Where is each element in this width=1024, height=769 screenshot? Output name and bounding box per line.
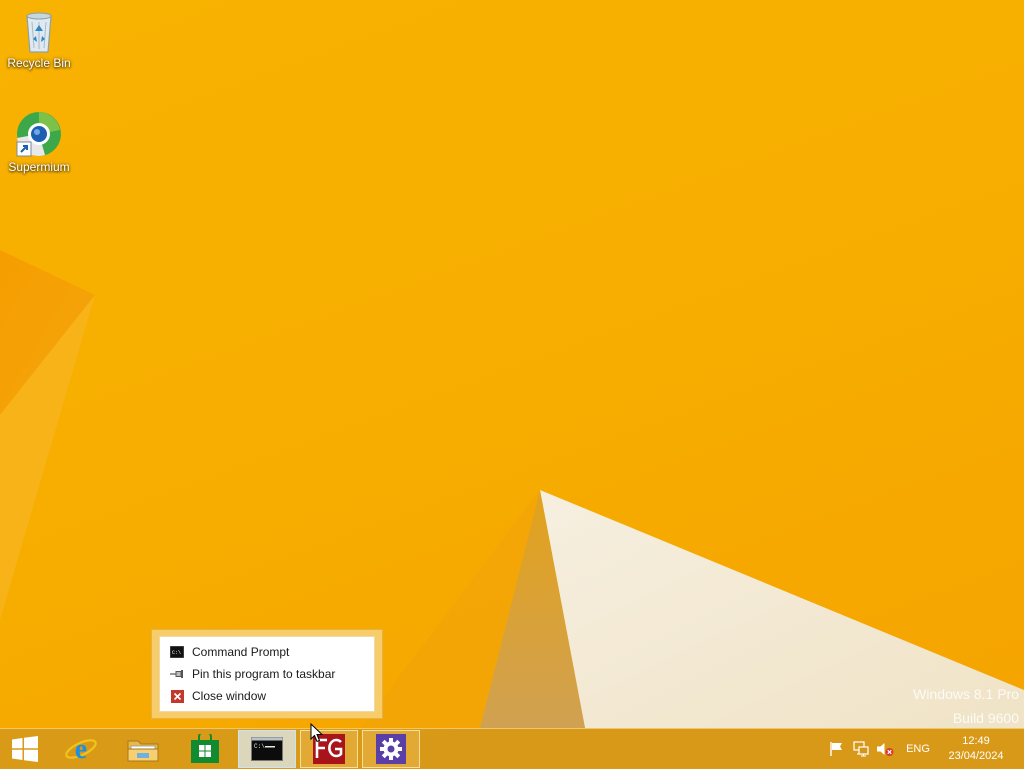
clock[interactable]: 12:49 23/04/2024 (938, 734, 1014, 764)
network-icon (853, 741, 869, 757)
jump-list-item-close-window[interactable]: Close window (160, 685, 374, 707)
svg-text:e: e (75, 734, 87, 765)
jump-list-body: C:\ Command Prompt Pin this program to t… (159, 636, 375, 712)
language-label: ENG (906, 743, 930, 755)
command-prompt-icon: C:\ (251, 737, 283, 761)
folder-icon (127, 740, 159, 762)
windows-edition-watermark: Windows 8.1 Pro (913, 686, 1019, 702)
jump-list-item-command-prompt[interactable]: C:\ Command Prompt (160, 641, 374, 663)
start-button[interactable] (0, 730, 50, 768)
jump-list-item-label: Close window (192, 689, 267, 703)
desktop[interactable]: Recycle Bin Supermium Windows 8.1 Pro Bu… (0, 0, 1024, 728)
recycle-bin-shortcut[interactable]: Recycle Bin (1, 6, 77, 70)
store-button[interactable] (176, 730, 234, 768)
svg-text:C:\: C:\ (172, 650, 181, 656)
windows-logo-icon (12, 736, 38, 762)
flag-icon (830, 742, 842, 756)
volume-muted-icon (877, 743, 894, 756)
close-icon (170, 689, 184, 703)
windows-build-watermark: Build 9600 (952, 710, 1019, 726)
recycle-bin-label: Recycle Bin (7, 56, 71, 70)
wallpaper (0, 250, 1024, 728)
store-icon (191, 734, 219, 763)
supermium-shortcut[interactable]: Supermium (1, 110, 77, 174)
supermium-icon (16, 112, 61, 157)
jump-list-popup: C:\ Command Prompt Pin this program to t… (151, 629, 383, 719)
jump-list-item-label: Pin this program to taskbar (192, 667, 336, 681)
internet-explorer-button[interactable]: e (52, 730, 110, 768)
network-button[interactable] (850, 729, 872, 769)
gear-icon (376, 734, 406, 764)
mouse-cursor-icon (310, 723, 324, 743)
taskbar: e C:\ ENG 12:49 23/04/2024 (0, 728, 1024, 769)
command-prompt-icon: C:\ (170, 645, 184, 659)
pin-icon (170, 667, 184, 681)
clock-date: 23/04/2024 (948, 750, 1004, 762)
jump-list-item-label: Command Prompt (192, 645, 290, 659)
supermium-label: Supermium (8, 160, 70, 174)
language-indicator[interactable]: ENG (902, 729, 934, 769)
jump-list-item-pin-to-taskbar[interactable]: Pin this program to taskbar (160, 663, 374, 685)
volume-button[interactable] (874, 729, 896, 769)
clock-time: 12:49 (962, 735, 990, 747)
fg-app-taskbar-button[interactable] (300, 730, 358, 768)
command-prompt-taskbar-button[interactable]: C:\ (238, 730, 296, 768)
recycle-bin-icon (26, 12, 52, 53)
internet-explorer-icon: e (65, 734, 97, 765)
file-explorer-button[interactable] (114, 730, 172, 768)
settings-taskbar-button[interactable] (362, 730, 420, 768)
svg-text:C:\: C:\ (254, 743, 265, 750)
action-center-button[interactable] (826, 729, 846, 769)
